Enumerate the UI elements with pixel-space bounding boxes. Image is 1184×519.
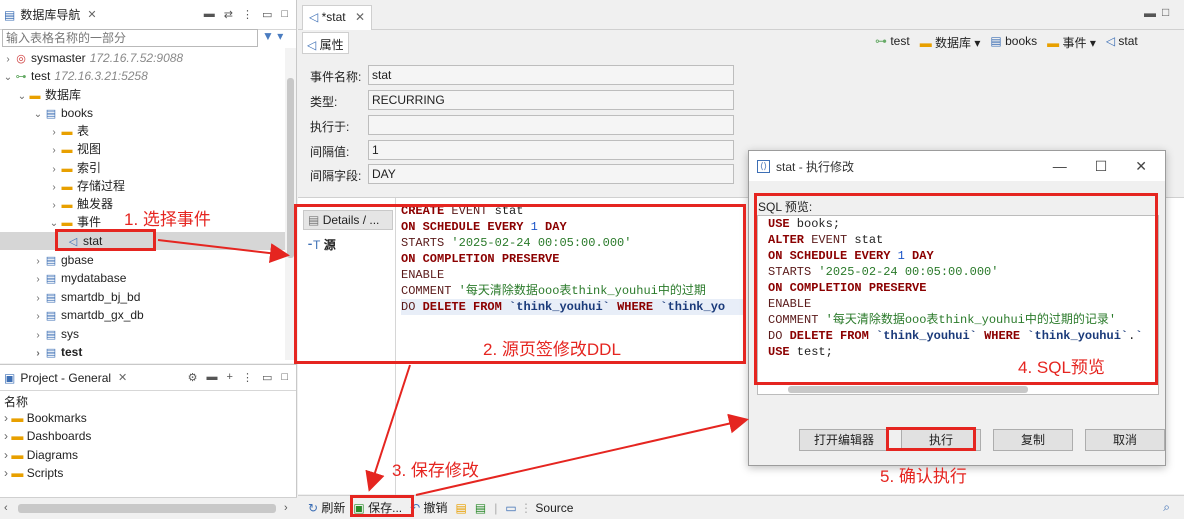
arrow-1	[157, 239, 290, 264]
annotation-arrows	[157, 239, 749, 496]
arrow-2	[365, 364, 411, 492]
arrow-3	[415, 413, 749, 496]
